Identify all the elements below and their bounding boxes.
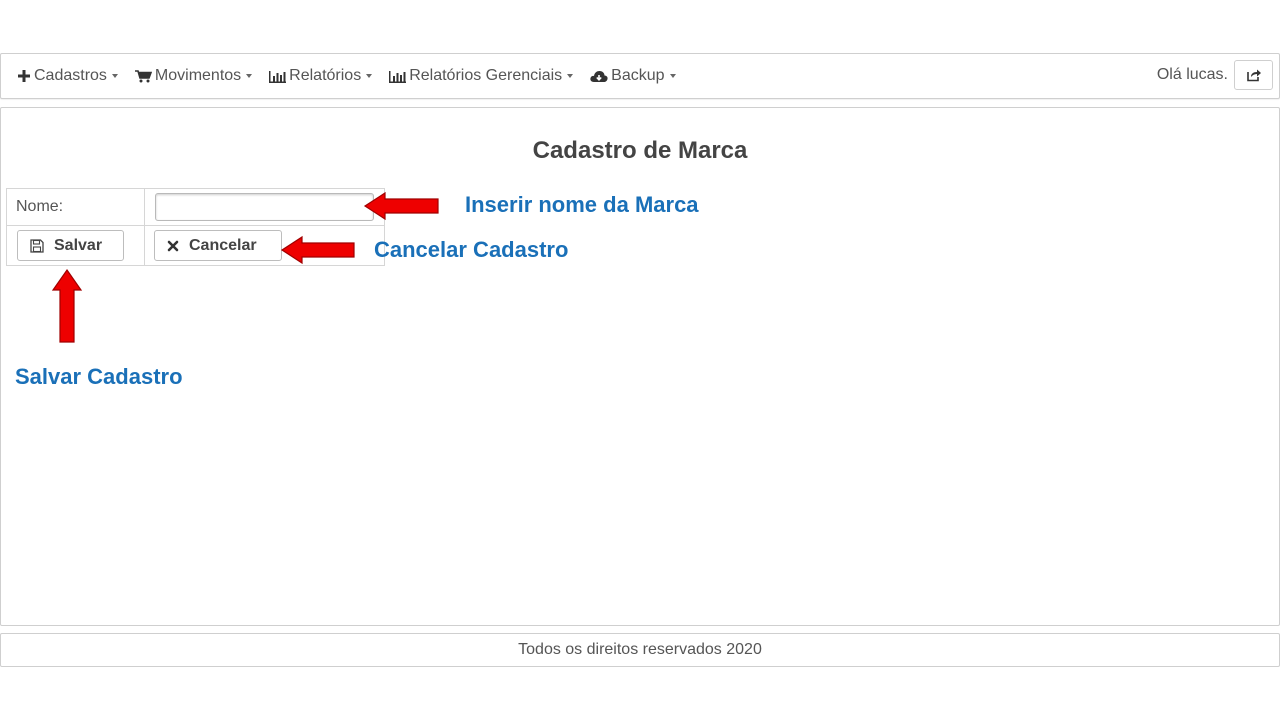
footer: Todos os direitos reservados 2020 — [0, 633, 1280, 667]
save-button[interactable]: Salvar — [17, 230, 124, 261]
caret-down-icon — [111, 74, 118, 78]
bar-chart-icon — [389, 70, 407, 83]
main-panel: Cadastro de Marca Nome: Salvar Cancelar — [0, 107, 1280, 626]
nav-item-relatorios[interactable]: Relatórios — [269, 67, 373, 85]
annotation-insert-name: Inserir nome da Marca — [465, 192, 699, 217]
bar-chart-icon — [269, 70, 287, 83]
top-navbar: Cadastros Movimentos Relatórios Relatóri… — [0, 53, 1280, 99]
caret-down-icon — [366, 74, 373, 78]
logout-button[interactable] — [1234, 60, 1273, 90]
nav-user-area: Olá lucas. — [1157, 60, 1273, 90]
close-icon — [167, 240, 179, 251]
cancel-button[interactable]: Cancelar — [154, 230, 282, 261]
annotation-save: Salvar Cadastro — [15, 364, 183, 389]
caret-down-icon — [669, 74, 676, 78]
annotation-arrow-left-icon — [280, 235, 355, 265]
nav-item-label: Relatórios — [289, 67, 362, 84]
share-icon — [1246, 69, 1261, 82]
name-label: Nome: — [6, 188, 145, 226]
nav-item-label: Movimentos — [154, 67, 242, 84]
nav-item-movimentos[interactable]: Movimentos — [134, 67, 253, 85]
page-title: Cadastro de Marca — [532, 137, 748, 164]
nav-item-label: Backup — [611, 67, 665, 84]
caret-down-icon — [246, 74, 253, 78]
brand-name-input[interactable] — [155, 193, 374, 221]
plus-icon — [18, 70, 30, 82]
floppy-disk-icon — [30, 238, 44, 253]
cancel-button-label: Cancelar — [189, 236, 257, 254]
nav-item-label: Cadastros — [34, 67, 107, 84]
annotation-arrow-left-icon — [363, 191, 439, 221]
caret-down-icon — [567, 74, 574, 78]
nav-item-backup[interactable]: Backup — [590, 67, 676, 85]
nav-item-cadastros[interactable]: Cadastros — [17, 67, 118, 85]
user-greeting: Olá lucas. — [1156, 66, 1228, 83]
save-button-label: Salvar — [54, 236, 103, 254]
annotation-cancel: Cancelar Cadastro — [374, 237, 569, 262]
annotation-arrow-up-icon — [51, 268, 83, 343]
nav-menu: Cadastros Movimentos Relatórios Relatóri… — [17, 54, 693, 98]
nav-item-label: Relatórios Gerenciais — [409, 67, 563, 84]
cloud-download-icon — [590, 71, 608, 82]
nav-item-relatorios-gerenciais[interactable]: Relatórios Gerenciais — [389, 67, 574, 85]
cart-icon — [134, 70, 152, 83]
footer-text: Todos os direitos reservados 2020 — [518, 641, 762, 658]
